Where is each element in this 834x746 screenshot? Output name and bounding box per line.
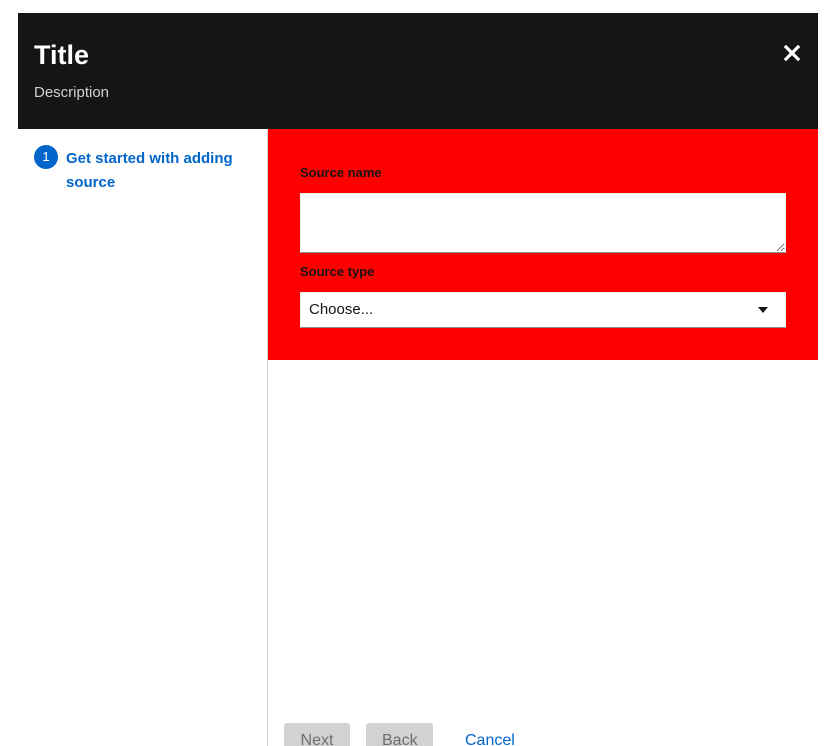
step-number: 1 [34,145,58,169]
wizard-footer: Next Back Cancel [268,703,818,746]
nav-item-label: Get started with adding source [66,150,233,191]
close-icon [783,44,801,62]
next-button[interactable]: Next [284,723,350,746]
close-button[interactable] [778,39,806,67]
source-type-selected-value: Choose... [309,301,374,318]
wizard-header: Title Description [18,13,818,129]
wizard-modal: Title Description 1 Get started with add… [18,13,818,746]
back-button[interactable]: Back [366,723,433,746]
wizard-nav: 1 Get started with adding source [18,129,268,746]
source-type-select[interactable]: Choose... [300,292,786,328]
source-name-label: Source name [300,165,382,180]
wizard-form: Source name Source type Choose... [268,129,818,360]
caret-down-icon [758,307,768,313]
cancel-button[interactable]: Cancel [449,723,531,746]
source-name-input[interactable] [300,193,786,253]
wizard-description: Description [34,84,110,101]
wizard-title: Title [34,40,90,70]
source-type-label: Source type [300,264,375,279]
